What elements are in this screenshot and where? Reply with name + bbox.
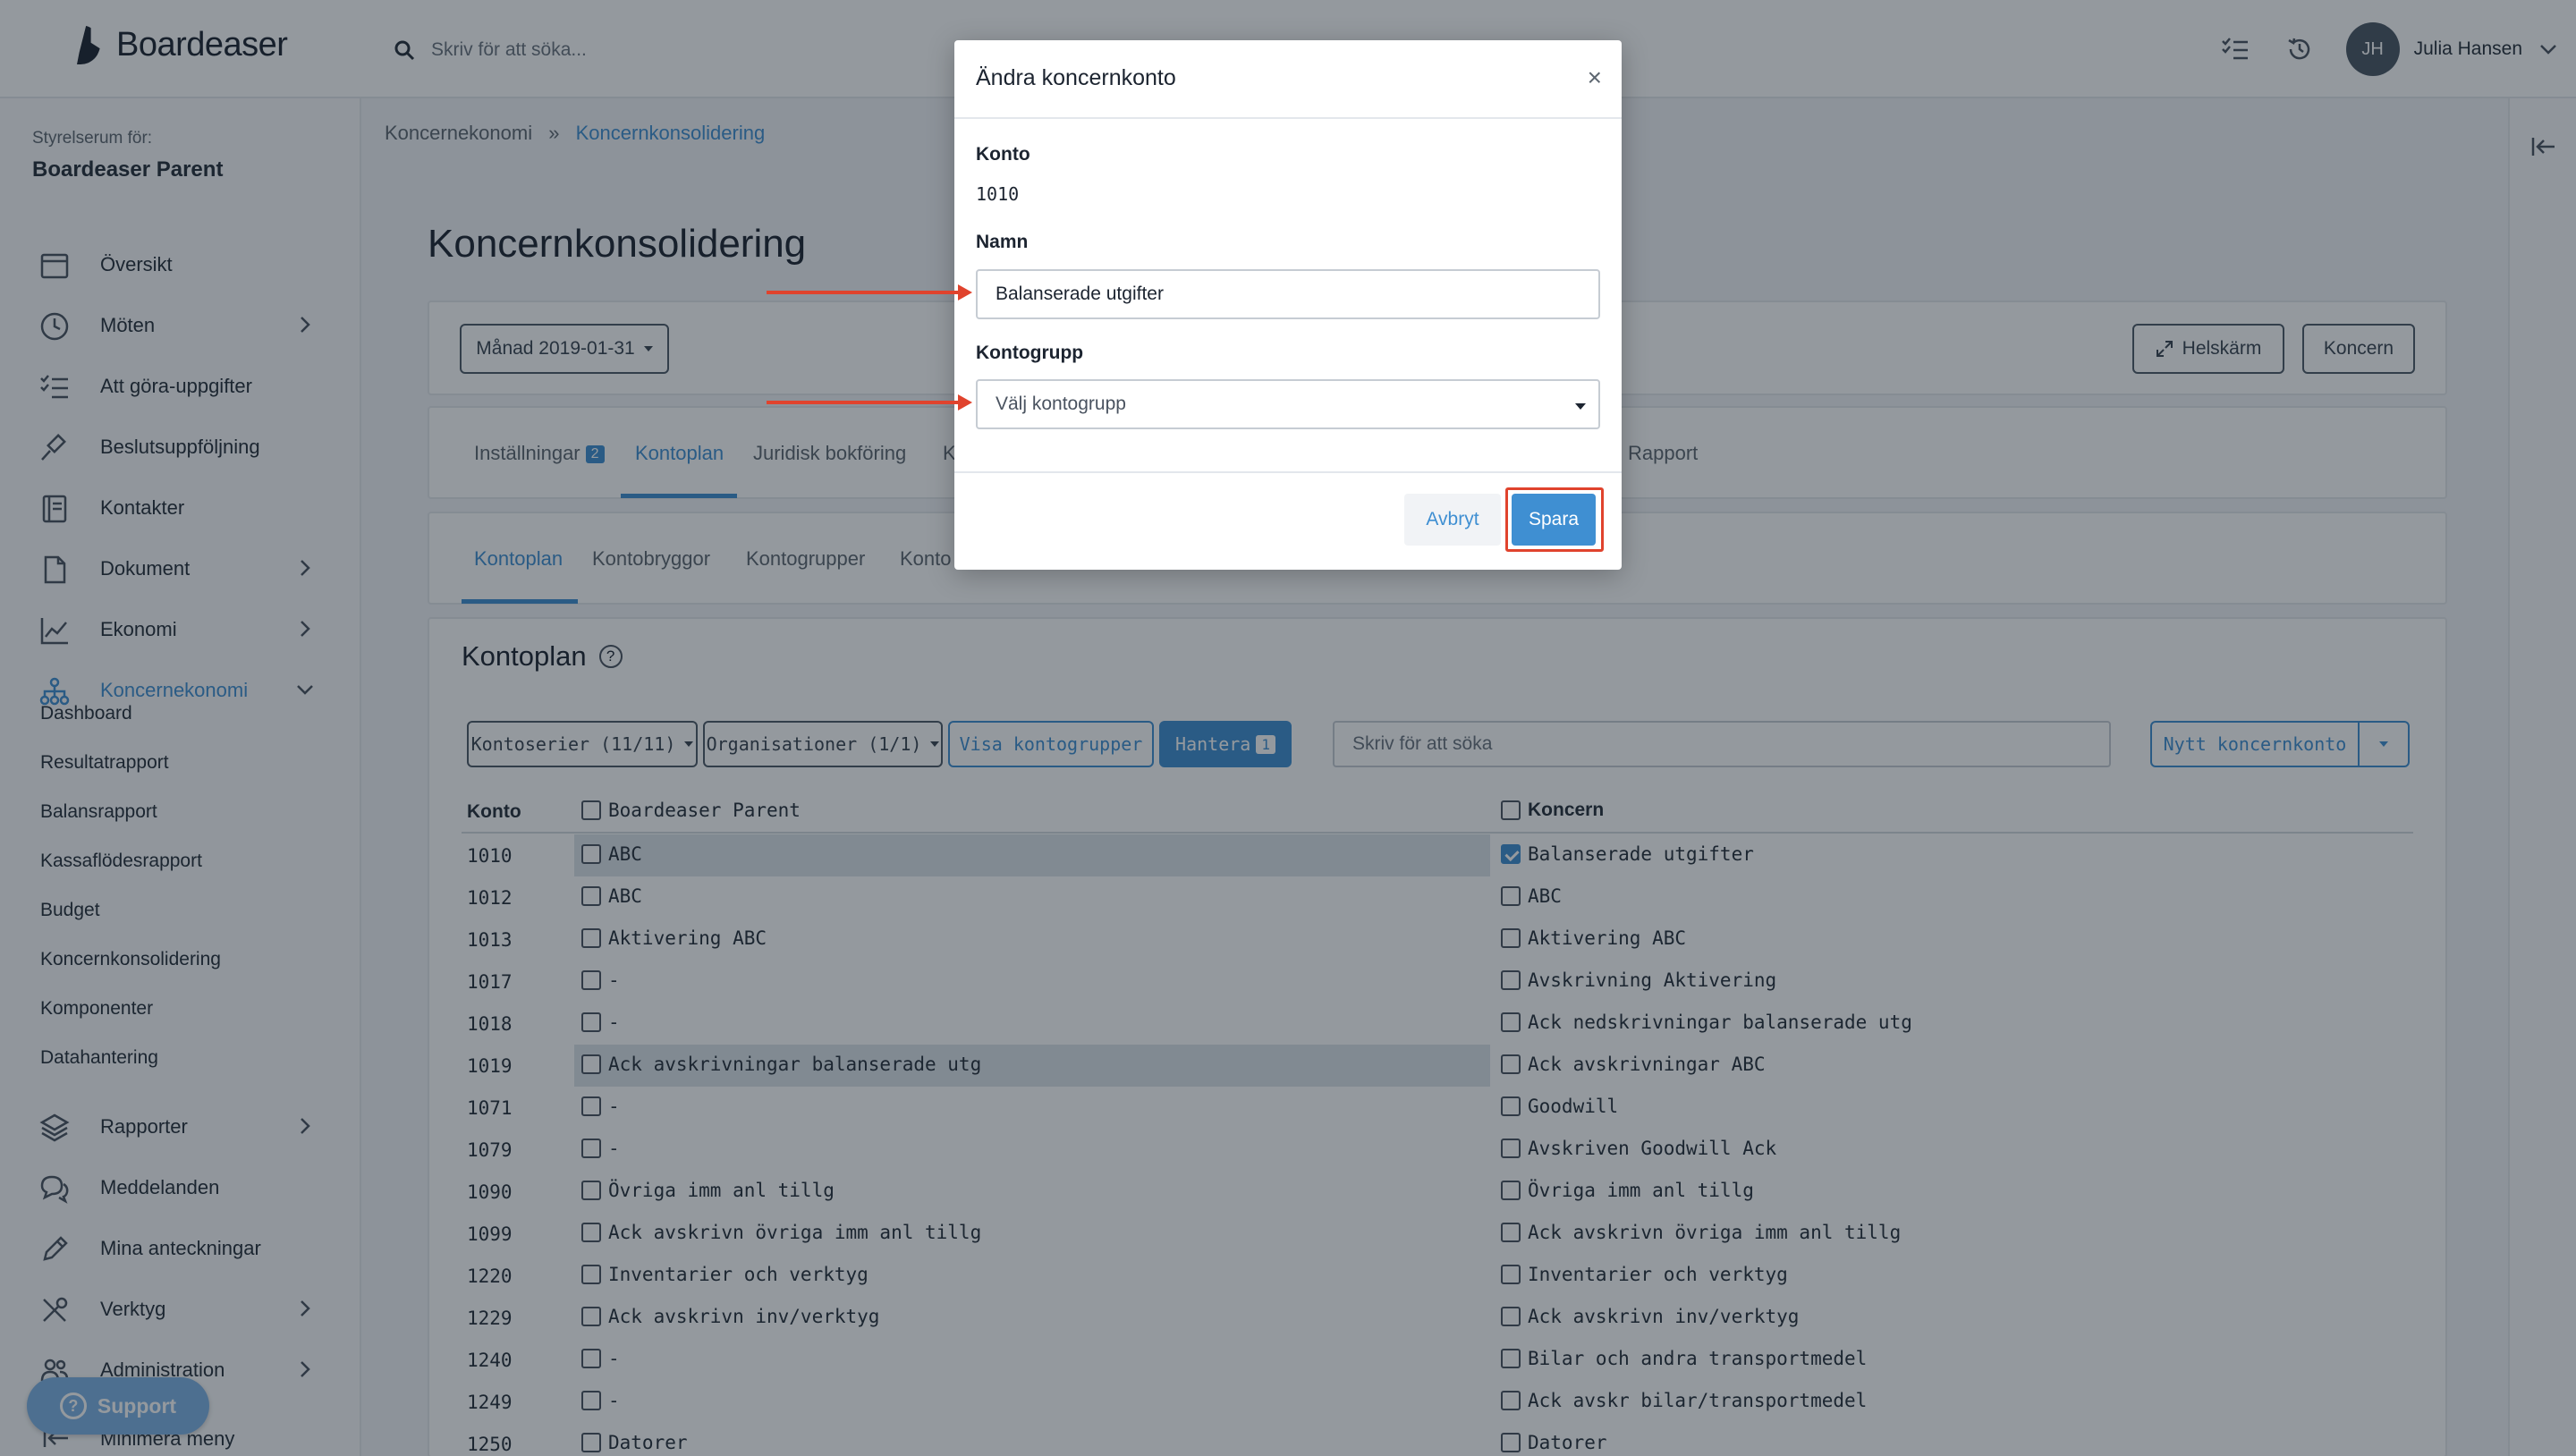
modal-header: Ändra koncernkonto × [954,40,1622,119]
annotation-arrow-kontogrupp [767,394,972,411]
save-highlight-annotation [1505,487,1604,552]
caret-down-icon [1575,403,1586,410]
konto-label: Konto [976,144,1030,165]
edit-account-modal: Ändra koncernkonto × Konto 1010 Namn Bal… [954,40,1622,570]
kontogrupp-placeholder: Välj kontogrupp [996,394,1126,414]
modal-title: Ändra koncernkonto [976,65,1176,90]
annotation-arrow-namn [767,284,972,301]
kontogrupp-label: Kontogrupp [976,343,1084,363]
close-icon[interactable]: × [1588,63,1602,92]
namn-label: Namn [976,232,1029,252]
namn-input[interactable]: Balanserade utgifter [976,269,1600,319]
konto-value: 1010 [976,183,1020,205]
cancel-button[interactable]: Avbryt [1404,494,1501,546]
kontogrupp-select[interactable]: Välj kontogrupp [976,379,1600,429]
